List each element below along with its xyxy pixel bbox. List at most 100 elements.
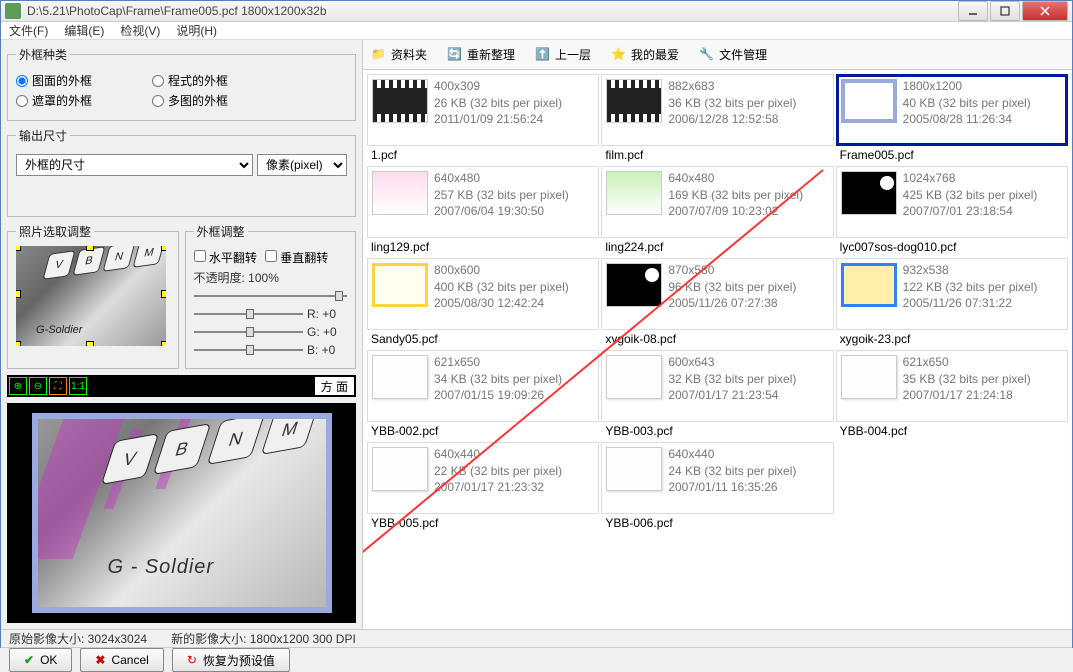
file-item[interactable]: 932x538122 KB (32 bits per pixel)2005/11… (836, 258, 1068, 330)
refresh-icon: 🔄 (447, 47, 463, 63)
radio-multi-frame[interactable]: 多图的外框 (152, 92, 228, 109)
file-date: 2006/12/28 12:52:58 (668, 112, 796, 128)
flip-v-checkbox[interactable]: 垂直翻转 (265, 249, 328, 266)
file-date: 2007/01/17 21:23:32 (434, 480, 562, 496)
file-thumbnail (606, 263, 662, 307)
file-item[interactable]: 640x44022 KB (32 bits per pixel)2007/01/… (367, 442, 599, 514)
file-dim: 621x650 (903, 355, 1031, 371)
cancel-button[interactable]: ✖Cancel (80, 648, 163, 672)
file-name: xygoik-23.pcf (836, 330, 1068, 348)
x-icon: ✖ (95, 653, 105, 667)
r-slider[interactable] (194, 306, 304, 322)
folder-button[interactable]: 📁资料夹 (371, 46, 427, 63)
file-dim: 800x600 (434, 263, 569, 279)
menu-file[interactable]: 文件(F) (9, 22, 48, 39)
file-dim: 882x683 (668, 79, 796, 95)
file-size: 35 KB (32 bits per pixel) (903, 372, 1031, 388)
file-size: 36 KB (32 bits per pixel) (668, 96, 796, 112)
preview-image[interactable]: V B N M G - Soldier (32, 413, 332, 613)
preview-toolbar: ⊕ ⊖ ⛶ 1:1 方 面 (7, 375, 356, 397)
radio-mask-frame[interactable]: 遮罩的外框 (16, 92, 92, 109)
right-panel: 📁资料夹 🔄重新整理 ⬆️上一层 ⭐我的最爱 🔧文件管理 400x30926 K… (363, 40, 1072, 629)
file-item[interactable]: 640x480257 KB (32 bits per pixel)2007/06… (367, 166, 599, 238)
maximize-button[interactable] (990, 1, 1020, 21)
file-grid[interactable]: 400x30926 KB (32 bits per pixel)2011/01/… (363, 70, 1072, 629)
radio-image-frame[interactable]: 图面的外框 (16, 72, 92, 89)
file-manage-button[interactable]: 🔧文件管理 (699, 46, 767, 63)
file-size: 122 KB (32 bits per pixel) (903, 280, 1038, 296)
file-size: 425 KB (32 bits per pixel) (903, 188, 1038, 204)
preview-info: 方 面 (315, 377, 354, 395)
file-item[interactable]: 640x480169 KB (32 bits per pixel)2007/07… (601, 166, 833, 238)
g-slider[interactable] (194, 324, 304, 340)
file-size: 24 KB (32 bits per pixel) (668, 464, 796, 480)
star-icon: ⭐ (611, 47, 627, 63)
file-name: film.pcf (601, 146, 833, 164)
file-name: YBB-005.pcf (367, 514, 599, 532)
file-name: YBB-006.pcf (601, 514, 833, 532)
file-size: 34 KB (32 bits per pixel) (434, 372, 562, 388)
unit-select[interactable]: 像素(pixel) (257, 154, 347, 176)
file-item[interactable]: 640x44024 KB (32 bits per pixel)2007/01/… (601, 442, 833, 514)
up-button[interactable]: ⬆️上一层 (535, 46, 591, 63)
menu-help[interactable]: 说明(H) (176, 22, 217, 39)
selection-thumbnail[interactable]: V B N M G-Soldier (16, 246, 166, 346)
favorites-button[interactable]: ⭐我的最爱 (611, 46, 679, 63)
file-item[interactable]: 1800x120040 KB (32 bits per pixel)2005/0… (836, 74, 1068, 146)
file-thumbnail (606, 79, 662, 123)
reset-button[interactable]: ↻恢复为预设值 (172, 648, 290, 672)
file-date: 2007/01/15 19:09:26 (434, 388, 562, 404)
preview-area: V B N M G - Soldier (7, 403, 356, 623)
file-item[interactable]: 882x68336 KB (32 bits per pixel)2006/12/… (601, 74, 833, 146)
file-name: Sandy05.pcf (367, 330, 599, 348)
file-date: 2005/08/28 11:26:34 (903, 112, 1031, 128)
file-item[interactable]: 400x30926 KB (32 bits per pixel)2011/01/… (367, 74, 599, 146)
wrench-icon: 🔧 (699, 47, 715, 63)
flip-h-checkbox[interactable]: 水平翻转 (194, 249, 257, 266)
statusbar: 原始影像大小: 3024x3024 新的影像大小: 1800x1200 300 … (1, 629, 1072, 647)
file-dim: 1800x1200 (903, 79, 1031, 95)
file-thumbnail (372, 263, 428, 307)
frame-type-legend: 外框种类 (16, 46, 70, 63)
file-item[interactable]: 621x65035 KB (32 bits per pixel)2007/01/… (836, 350, 1068, 422)
file-thumbnail (372, 447, 428, 491)
file-item[interactable]: 621x65034 KB (32 bits per pixel)2007/01/… (367, 350, 599, 422)
minimize-button[interactable] (958, 1, 988, 21)
radio-program-frame[interactable]: 程式的外框 (152, 72, 228, 89)
menu-view[interactable]: 检视(V) (120, 22, 160, 39)
zoom-in-icon[interactable]: ⊕ (9, 377, 27, 395)
file-item[interactable]: 870x58096 KB (32 bits per pixel)2005/11/… (601, 258, 833, 330)
file-item[interactable]: 800x600400 KB (32 bits per pixel)2005/08… (367, 258, 599, 330)
window-title: D:\5.21\PhotoCap\Frame\Frame005.pcf 1800… (27, 4, 956, 18)
file-thumbnail (372, 79, 428, 123)
frame-type-group: 外框种类 图面的外框 程式的外框 遮罩的外框 多图的外框 (7, 46, 356, 121)
actual-size-icon[interactable]: 1:1 (69, 377, 87, 395)
up-icon: ⬆️ (535, 47, 551, 63)
file-dim: 640x440 (668, 447, 796, 463)
file-name: YBB-003.pcf (601, 422, 833, 440)
file-item[interactable]: 600x64332 KB (32 bits per pixel)2007/01/… (601, 350, 833, 422)
zoom-out-icon[interactable]: ⊖ (29, 377, 47, 395)
fit-icon[interactable]: ⛶ (49, 377, 67, 395)
file-item[interactable]: 1024x768425 KB (32 bits per pixel)2007/0… (836, 166, 1068, 238)
file-thumbnail (606, 447, 662, 491)
file-thumbnail (841, 171, 897, 215)
button-row: ✔OK ✖Cancel ↻恢复为预设值 (1, 647, 1072, 672)
refresh-button[interactable]: 🔄重新整理 (447, 46, 515, 63)
size-select[interactable]: 外框的尺寸 (16, 154, 253, 176)
file-size: 40 KB (32 bits per pixel) (903, 96, 1031, 112)
b-slider[interactable] (194, 342, 304, 358)
file-size: 26 KB (32 bits per pixel) (434, 96, 562, 112)
frame-adjust-legend: 外框调整 (194, 223, 248, 240)
ok-button[interactable]: ✔OK (9, 648, 72, 672)
menu-edit[interactable]: 编辑(E) (64, 22, 104, 39)
close-button[interactable] (1022, 1, 1068, 21)
opacity-slider[interactable] (194, 288, 348, 304)
file-dim: 640x440 (434, 447, 562, 463)
file-date: 2005/08/30 12:42:24 (434, 296, 569, 312)
file-size: 32 KB (32 bits per pixel) (668, 372, 796, 388)
file-date: 2007/01/11 16:35:26 (668, 480, 796, 496)
file-date: 2005/11/26 07:27:38 (668, 296, 796, 312)
file-dim: 1024x768 (903, 171, 1038, 187)
photo-select-legend: 照片选取调整 (16, 223, 94, 240)
